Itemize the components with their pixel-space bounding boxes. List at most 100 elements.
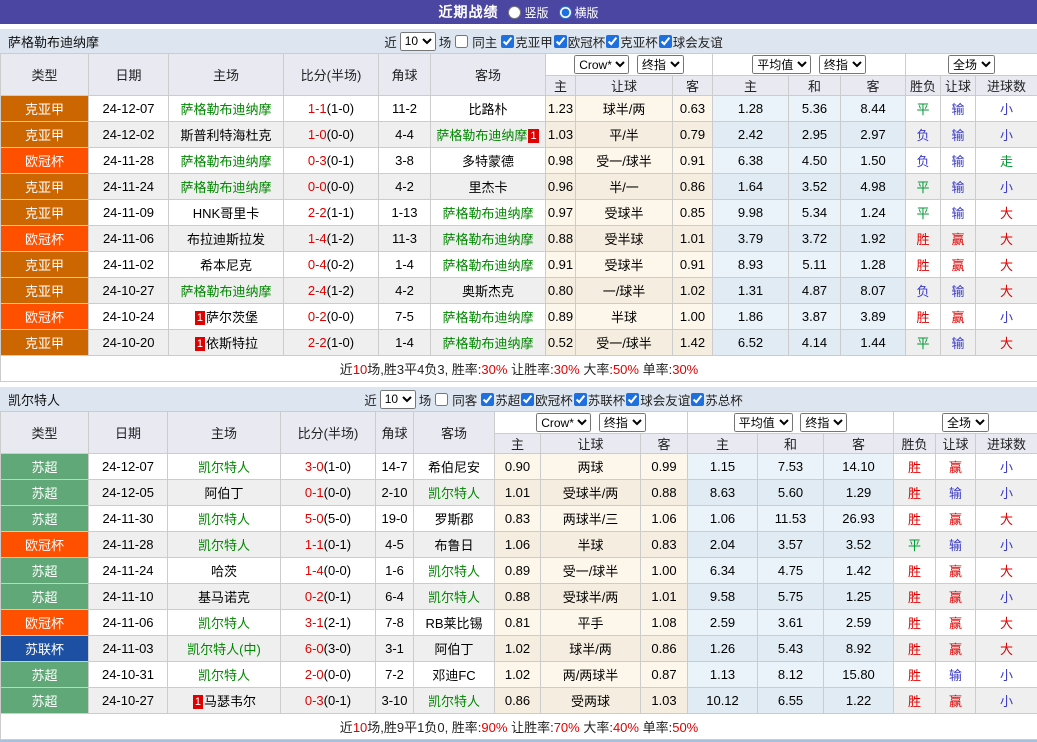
team-label: 萨格勒布迪纳摩 bbox=[442, 310, 533, 325]
summary-text: 场,胜3平4负3, 胜率: bbox=[367, 362, 481, 377]
team-label: 希本尼克 bbox=[200, 258, 252, 273]
league-checkbox[interactable] bbox=[554, 35, 567, 48]
summary-text: 近 bbox=[340, 720, 353, 735]
league-checkbox[interactable] bbox=[574, 393, 587, 406]
league-cell: 欧冠杯 bbox=[1, 610, 89, 636]
handicap-cell: 球半/两 bbox=[541, 636, 641, 662]
match-row: 苏超24-11-30凯尔特人5-0(5-0)19-0罗斯郡0.83两球半/三1.… bbox=[1, 506, 1037, 532]
goals-cell: 小 bbox=[976, 304, 1037, 330]
home-odds-cell: 0.91 bbox=[546, 252, 576, 278]
score-text: (3-0) bbox=[324, 641, 351, 656]
score-text: (1-0) bbox=[327, 101, 354, 116]
company-select[interactable]: Crow* bbox=[574, 55, 629, 74]
layout-option-horizontal[interactable]: 横版 bbox=[559, 4, 599, 21]
team-label: 凯尔特人 bbox=[428, 694, 480, 709]
away-odds-cell: 0.83 bbox=[641, 532, 688, 558]
league-filter[interactable]: 克亚杯 bbox=[605, 32, 658, 51]
league-checkbox[interactable] bbox=[626, 393, 639, 406]
score-text: (1-0) bbox=[327, 335, 354, 350]
avg-away-cell: 1.44 bbox=[841, 330, 906, 356]
league-filter[interactable]: 苏总杯 bbox=[690, 390, 743, 409]
avg-draw-cell: 5.36 bbox=[789, 96, 841, 122]
summary-text: 90% bbox=[481, 720, 507, 735]
league-filter[interactable]: 欧冠杯 bbox=[520, 390, 573, 409]
avg-away-cell: 1.29 bbox=[824, 480, 894, 506]
final-odds-select[interactable]: 终指 bbox=[637, 55, 684, 74]
league-checkbox[interactable] bbox=[659, 35, 672, 48]
score-cell: 5-0(5-0) bbox=[281, 506, 376, 532]
league-filter[interactable]: 苏超 bbox=[480, 390, 520, 409]
score-cell: 2-2(1-0) bbox=[284, 330, 379, 356]
score-text: (1-0) bbox=[324, 459, 351, 474]
summary-text: 10 bbox=[353, 720, 367, 735]
home-team-cell: 斯普利特海杜克 bbox=[169, 122, 284, 148]
summary-text: 单率: bbox=[639, 720, 672, 735]
league-checkbox[interactable] bbox=[501, 35, 514, 48]
score-text: (0-0) bbox=[327, 309, 354, 324]
scope-select[interactable]: 全场 bbox=[948, 55, 995, 74]
team-name: 萨格勒布迪纳摩 bbox=[8, 32, 99, 51]
goals-cell: 大 bbox=[976, 636, 1037, 662]
final-odds-select[interactable]: 终指 bbox=[599, 413, 646, 432]
avg-home-cell: 6.38 bbox=[713, 148, 789, 174]
vertical-layout-radio[interactable] bbox=[508, 6, 521, 19]
goals-cell: 小 bbox=[976, 174, 1037, 200]
corner-cell: 3-1 bbox=[376, 636, 414, 662]
match-count-select[interactable]: 10 bbox=[380, 390, 416, 409]
avg-away-cell: 3.89 bbox=[841, 304, 906, 330]
league-cell: 克亚甲 bbox=[1, 174, 89, 200]
away-team-cell: 凯尔特人 bbox=[414, 584, 495, 610]
league-cell: 克亚甲 bbox=[1, 96, 89, 122]
score-text: 0-3 bbox=[308, 153, 327, 168]
col-avg-home: 主 bbox=[713, 76, 789, 96]
score-text: 0-0 bbox=[308, 179, 327, 194]
layout-option-vertical[interactable]: 竖版 bbox=[508, 4, 548, 21]
match-count-select[interactable]: 10 bbox=[400, 32, 436, 51]
league-checkbox[interactable] bbox=[691, 393, 704, 406]
match-row: 克亚甲24-12-07萨格勒布迪纳摩1-1(1-0)11-2比路朴1.23球半/… bbox=[1, 96, 1037, 122]
league-filter[interactable]: 球会友谊 bbox=[625, 390, 690, 409]
league-filter[interactable]: 球会友谊 bbox=[658, 32, 723, 51]
score-text: 1-0 bbox=[308, 127, 327, 142]
result-cell: 胜 bbox=[906, 252, 941, 278]
score-text: 1-1 bbox=[305, 537, 324, 552]
match-row: 欧冠杯24-11-28萨格勒布迪纳摩0-3(0-1)3-8多特蒙德0.98受一/… bbox=[1, 148, 1037, 174]
team-label: 希伯尼安 bbox=[428, 460, 480, 475]
company-select[interactable]: Crow* bbox=[536, 413, 591, 432]
same-venue-checkbox[interactable] bbox=[435, 393, 448, 406]
average-select[interactable]: 平均值 bbox=[752, 55, 811, 74]
horizontal-layout-radio[interactable] bbox=[559, 6, 572, 19]
league-filter[interactable]: 欧冠杯 bbox=[553, 32, 606, 51]
scope-select[interactable]: 全场 bbox=[942, 413, 989, 432]
league-filter[interactable]: 苏联杯 bbox=[573, 390, 626, 409]
away-team-cell: 邓迪FC bbox=[414, 662, 495, 688]
league-filter[interactable]: 克亚甲 bbox=[500, 32, 553, 51]
home-odds-cell: 0.96 bbox=[546, 174, 576, 200]
handicap-result-cell: 输 bbox=[941, 330, 976, 356]
league-checkbox[interactable] bbox=[481, 393, 494, 406]
average-select[interactable]: 平均值 bbox=[734, 413, 793, 432]
avg-home-cell: 8.63 bbox=[688, 480, 758, 506]
handicap-cell: 球半/两 bbox=[576, 96, 673, 122]
team-label: RB莱比锡 bbox=[425, 616, 482, 631]
handicap-cell: 受一/球半 bbox=[576, 148, 673, 174]
away-team-cell: 凯尔特人 bbox=[414, 688, 495, 714]
home-team-cell: 哈茨 bbox=[168, 558, 281, 584]
score-cell: 3-0(1-0) bbox=[281, 454, 376, 480]
score-text: (0-0) bbox=[324, 667, 351, 682]
goals-cell: 小 bbox=[976, 532, 1037, 558]
home-odds-cell: 1.23 bbox=[546, 96, 576, 122]
odds-select-group: Crow* 终指 bbox=[546, 54, 713, 76]
summary-row: 近10场,胜3平4负3, 胜率:30% 让胜率:30% 大率:50% 单率:30… bbox=[1, 356, 1037, 382]
match-row: 克亚甲24-11-02希本尼克0-4(0-2)1-4萨格勒布迪纳摩0.91受球半… bbox=[1, 252, 1037, 278]
col-date: 日期 bbox=[89, 412, 168, 454]
final-odds-select[interactable]: 终指 bbox=[800, 413, 847, 432]
goals-cell: 大 bbox=[976, 252, 1037, 278]
final-odds-select[interactable]: 终指 bbox=[819, 55, 866, 74]
league-checkbox[interactable] bbox=[521, 393, 534, 406]
average-select-group: 平均值 终指 bbox=[713, 54, 906, 76]
handicap-result-cell: 输 bbox=[941, 96, 976, 122]
col-result: 胜负 bbox=[906, 76, 941, 96]
league-checkbox[interactable] bbox=[606, 35, 619, 48]
same-venue-checkbox[interactable] bbox=[455, 35, 468, 48]
